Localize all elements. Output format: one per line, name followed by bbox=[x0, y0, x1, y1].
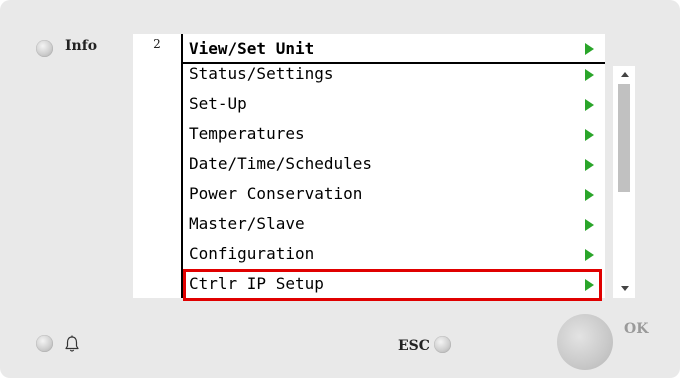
submenu-arrow-icon bbox=[585, 69, 594, 81]
menu-item-master-slave[interactable]: Master/Slave bbox=[183, 210, 605, 239]
page-number: 2 bbox=[153, 37, 161, 51]
selection-highlight bbox=[183, 269, 602, 301]
scroll-up-icon[interactable] bbox=[621, 72, 629, 77]
menu-item-label: Status/Settings bbox=[189, 64, 334, 83]
submenu-arrow-icon bbox=[585, 219, 594, 231]
submenu-arrow-icon bbox=[585, 99, 594, 111]
menu-item-date-time-schedules[interactable]: Date/Time/Schedules bbox=[183, 150, 605, 179]
scrollbar[interactable] bbox=[613, 66, 635, 298]
controller-panel: Info 2 View/Set Unit Status/Settings Set… bbox=[0, 0, 680, 378]
menu-item-temperatures[interactable]: Temperatures bbox=[183, 120, 605, 149]
submenu-arrow-icon bbox=[585, 159, 594, 171]
display-screen: 2 View/Set Unit Status/Settings Set-Up T… bbox=[133, 34, 605, 298]
info-label: Info bbox=[65, 38, 98, 54]
menu-item-label: Configuration bbox=[189, 244, 315, 263]
menu-item-label: Master/Slave bbox=[189, 214, 305, 233]
esc-button[interactable] bbox=[434, 336, 451, 353]
menu-item-label: Date/Time/Schedules bbox=[189, 154, 373, 173]
submenu-arrow-icon bbox=[585, 249, 594, 261]
title-arrow-icon bbox=[585, 43, 594, 55]
menu-title: View/Set Unit bbox=[189, 39, 315, 58]
info-led[interactable] bbox=[36, 40, 53, 57]
menu-item-power-conservation[interactable]: Power Conservation bbox=[183, 180, 605, 209]
menu-item-configuration[interactable]: Configuration bbox=[183, 240, 605, 269]
menu-item-label: Set-Up bbox=[189, 94, 247, 113]
menu-item-status-settings[interactable]: Status/Settings bbox=[183, 60, 605, 89]
ok-label: OK bbox=[624, 321, 649, 337]
bell-icon[interactable] bbox=[64, 335, 80, 353]
menu-item-label: Temperatures bbox=[189, 124, 305, 143]
alarm-led[interactable] bbox=[36, 335, 53, 352]
ok-knob[interactable] bbox=[557, 314, 613, 370]
esc-label: ESC bbox=[398, 338, 430, 354]
menu-item-set-up[interactable]: Set-Up bbox=[183, 90, 605, 119]
scroll-thumb[interactable] bbox=[618, 84, 630, 192]
submenu-arrow-icon bbox=[585, 129, 594, 141]
menu-item-label: Power Conservation bbox=[189, 184, 363, 203]
submenu-arrow-icon bbox=[585, 189, 594, 201]
scroll-down-icon[interactable] bbox=[621, 286, 629, 291]
